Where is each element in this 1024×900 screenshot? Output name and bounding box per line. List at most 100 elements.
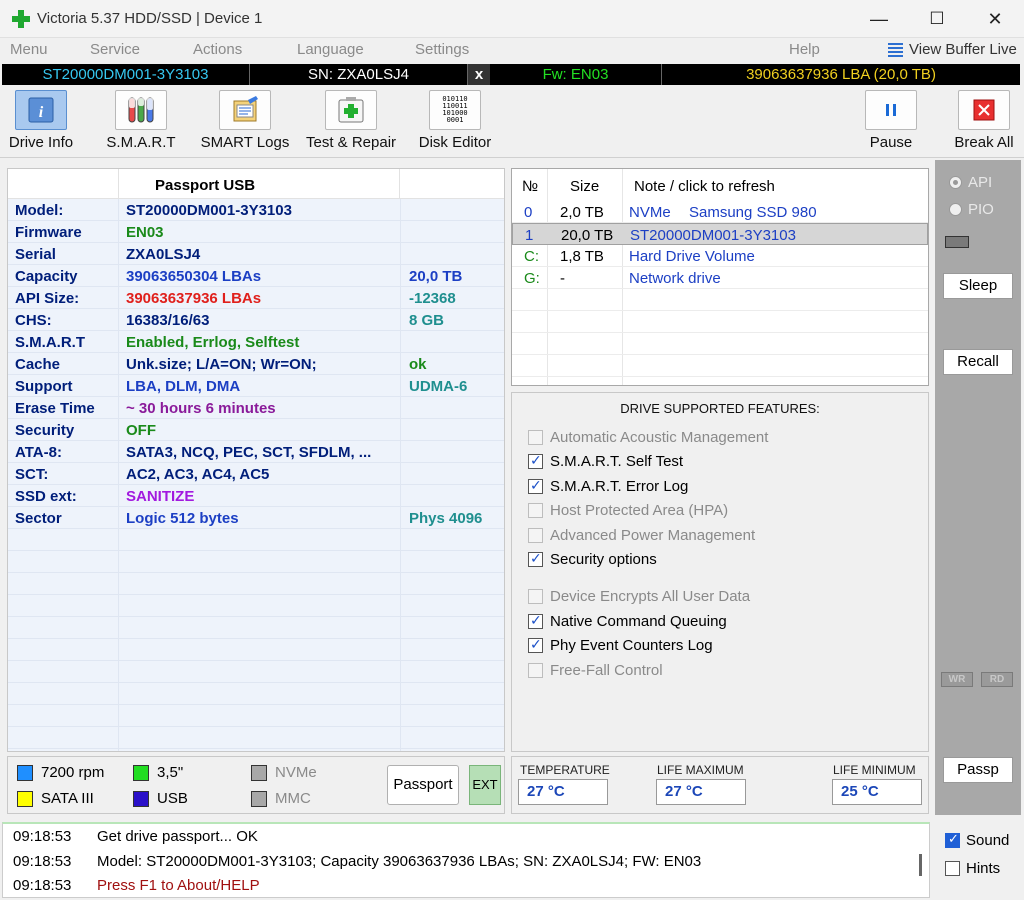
list-icon (888, 42, 903, 57)
close-button[interactable]: ✕ (966, 0, 1024, 38)
passport-key: Serial (15, 246, 56, 263)
title-bar: Victoria 5.37 HDD/SSD | Device 1 — ☐ ✕ (0, 0, 1024, 38)
api-radio[interactable]: API (949, 174, 992, 191)
sata-indicator: SATA III (17, 790, 94, 807)
checkbox-indicator (528, 663, 543, 678)
feature-checkbox[interactable]: Security options (528, 550, 657, 568)
checkbox-indicator (528, 636, 543, 653)
device-no: G: (524, 270, 540, 287)
passport-row: Cache Unk.size; L/A=ON; Wr=ON; ok (8, 353, 504, 375)
view-buffer-label: View Buffer Live (909, 41, 1017, 58)
disk-editor-label: Disk Editor (418, 134, 492, 151)
menu-item-actions[interactable]: Actions (193, 41, 242, 58)
feature-checkbox[interactable]: Free-Fall Control (528, 662, 663, 679)
passport-extra: -12368 (409, 290, 456, 307)
log-options: Sound Hints (935, 822, 1021, 898)
sleep-button[interactable]: Sleep (943, 273, 1013, 299)
passport-row: S.M.A.R.T Enabled, Errlog, Selftest (8, 331, 504, 353)
passport-value: OFF (126, 422, 156, 439)
right-sidebar: API PIO Sleep Recall WR RD Passp (935, 160, 1021, 815)
passport-value: Unk.size; L/A=ON; Wr=ON; (126, 356, 317, 373)
smart-button[interactable]: S.M.A.R.T (106, 90, 176, 156)
stop-icon (958, 90, 1010, 130)
passport-key: CHS: (15, 312, 52, 329)
log-time: 09:18:53 (13, 828, 72, 845)
log-message: Model: ST20000DM001-3Y3103; Capacity 390… (97, 852, 702, 870)
passport-title: Passport USB (118, 169, 400, 199)
feature-checkbox[interactable]: Phy Event Counters Log (528, 636, 713, 654)
feature-checkbox[interactable]: Advanced Power Management (528, 527, 755, 544)
passport-extra: ok (409, 356, 427, 373)
usb-indicator: USB (133, 790, 188, 807)
feature-checkbox[interactable]: Host Protected Area (HPA) (528, 502, 728, 519)
passport-key: S.M.A.R.T (15, 334, 85, 351)
binary-line: 0001 (446, 116, 464, 124)
break-all-button[interactable]: Break All (952, 90, 1016, 156)
menu-item-help[interactable]: Help (789, 41, 820, 58)
test-repair-button[interactable]: Test & Repair (306, 90, 396, 156)
log-message: Press F1 to About/HELP (97, 877, 260, 894)
pause-button[interactable]: Pause (864, 90, 918, 156)
passport-key: SSD ext: (15, 488, 77, 505)
feature-checkbox[interactable]: S.M.A.R.T. Error Log (528, 477, 689, 495)
checkbox-indicator (528, 589, 543, 604)
hints-checkbox[interactable]: Hints (945, 860, 1000, 877)
minimize-button[interactable]: — (850, 0, 908, 38)
device-list-row[interactable]: C: 1,8 TB Hard Drive Volume (512, 245, 928, 267)
feature-checkbox[interactable]: S.M.A.R.T. Self Test (528, 452, 683, 470)
passport-row: Capacity 39063650304 LBAs 20,0 TB (8, 265, 504, 287)
toolbar: i Drive Info S.M.A.R.T SMART Logs Test &… (0, 86, 1024, 158)
device-close-button[interactable]: x (468, 64, 490, 85)
log-time: 09:18:53 (13, 852, 72, 870)
features-panel: DRIVE SUPPORTED FEATURES: Automatic Acou… (511, 392, 929, 752)
device-size: 20,0 TB (561, 227, 614, 244)
view-buffer-live[interactable]: View Buffer Live (888, 41, 1017, 58)
info-icon: i (15, 90, 67, 130)
pause-label: Pause (869, 134, 913, 151)
passport-value: AC2, AC3, AC4, AC5 (126, 466, 270, 483)
passport-button[interactable]: Passport (387, 765, 459, 805)
header-note[interactable]: Note / click to refresh (634, 178, 775, 195)
passport-value: SATA3, NCQ, PEC, SCT, SFDLM, ... (126, 444, 372, 461)
feature-checkbox[interactable]: Automatic Acoustic Management (528, 429, 768, 446)
feature-checkbox[interactable]: Native Command Queuing (528, 612, 727, 630)
feature-label: Device Encrypts All User Data (550, 588, 751, 605)
checkbox-indicator (528, 528, 543, 543)
device-serial: SN: ZXA0LSJ4 (250, 64, 468, 85)
sound-checkbox[interactable]: Sound (945, 831, 1009, 849)
feature-label: Advanced Power Management (550, 527, 756, 544)
device-list-row[interactable]: G: - Network drive (512, 267, 928, 289)
passport-value: Enabled, Errlog, Selftest (126, 334, 300, 351)
passp-button[interactable]: Passp (943, 757, 1013, 783)
device-model: ST20000DM001-3Y3103 (2, 64, 250, 85)
device-lba: 39063637936 LBA (20,0 TB) (746, 66, 936, 83)
device-list-row[interactable]: 1 20,0 TB ST20000DM001-3Y3103 (512, 223, 928, 245)
smart-logs-button[interactable]: SMART Logs (201, 90, 289, 156)
temperature-value: 27 °C (518, 779, 608, 805)
passport-key: Cache (15, 356, 61, 373)
disk-editor-button[interactable]: 010110 110011 101000 0001 Disk Editor (418, 90, 492, 156)
feature-checkbox[interactable]: Device Encrypts All User Data (528, 588, 750, 605)
mmc-label: MMC (275, 790, 311, 807)
device-list-row[interactable]: 0 2,0 TB NVMe Samsung SSD 980 (512, 201, 928, 223)
header-no: № (522, 178, 539, 195)
menu-item-service[interactable]: Service (90, 41, 140, 58)
menu-item-settings[interactable]: Settings (415, 41, 469, 58)
menu-item-menu[interactable]: Menu (10, 41, 48, 58)
maximize-button[interactable]: ☐ (908, 0, 966, 38)
log-scrollbar[interactable] (919, 854, 922, 876)
log-panel[interactable]: 09:18:53 Get drive passport... OK 09:18:53… (2, 822, 930, 898)
recall-button[interactable]: Recall (943, 349, 1013, 375)
checkbox-indicator (528, 503, 543, 518)
feature-label: S.M.A.R.T. Error Log (550, 478, 689, 495)
passport-key: Capacity (15, 268, 78, 285)
passport-row: Support LBA, DLM, DMA UDMA-6 (8, 375, 504, 397)
passport-header: Passport USB (8, 169, 504, 199)
nvme-swatch (251, 764, 267, 781)
drive-info-button[interactable]: i Drive Info (8, 90, 74, 156)
device-list[interactable]: № Size Note / click to refresh 0 2,0 TB NV… (511, 168, 929, 386)
pio-radio[interactable]: PIO (949, 201, 994, 218)
passport-key: Model: (15, 202, 64, 219)
menu-item-language[interactable]: Language (297, 41, 364, 58)
ext-button[interactable]: EXT (469, 765, 501, 805)
